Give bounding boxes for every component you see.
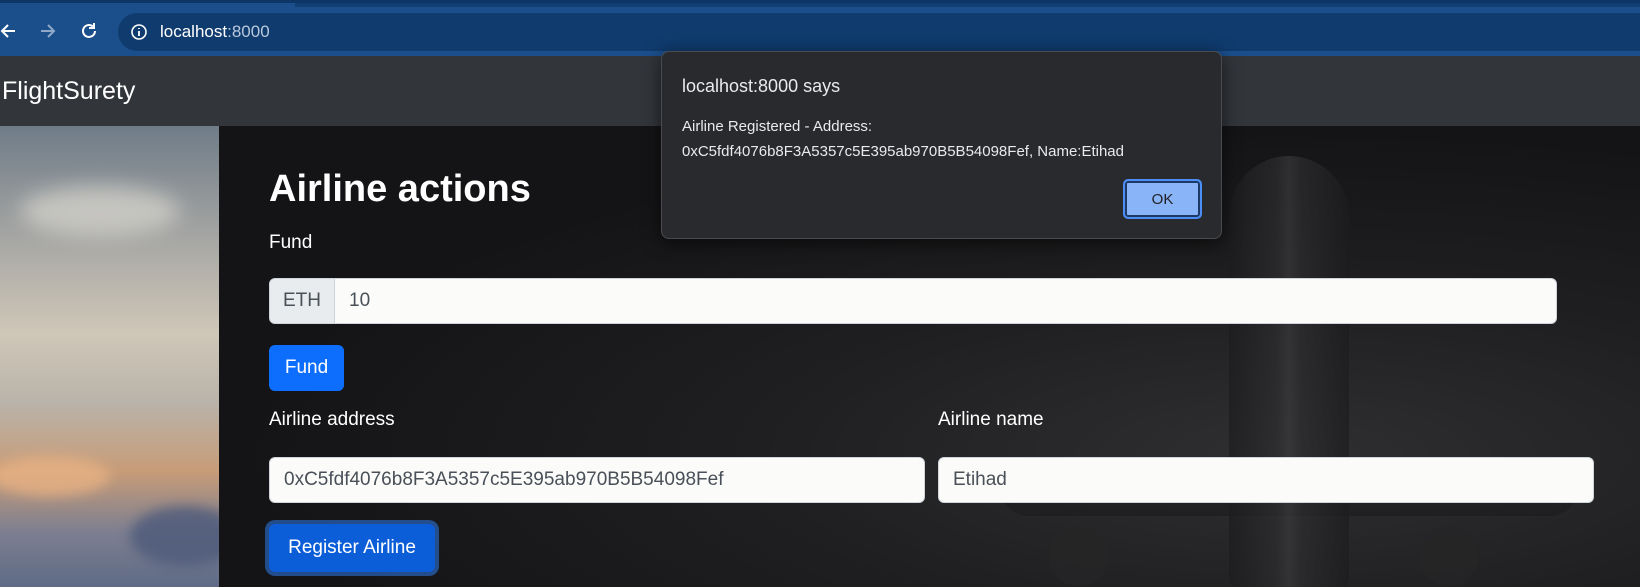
airline-address-input[interactable] [269, 457, 925, 503]
back-arrow-icon [0, 24, 15, 38]
back-button[interactable] [0, 17, 22, 45]
dialog-title: localhost:8000 says [682, 76, 841, 96]
url-port: :8000 [227, 22, 270, 41]
dialog-message: Airline Registered - Address: 0xC5fdf407… [682, 118, 1124, 160]
register-airline-button[interactable]: Register Airline [269, 524, 435, 572]
airplane-background [1229, 156, 1349, 587]
airline-address-label: Airline address [269, 409, 395, 430]
tab-strip-edge [295, 3, 1640, 7]
reload-button[interactable] [75, 17, 103, 45]
fund-label: Fund [269, 232, 313, 253]
forward-arrow-icon [41, 24, 56, 38]
cloud-shape [20, 186, 180, 236]
address-bar[interactable]: localhost:8000 [118, 13, 1640, 51]
airline-name-label: Airline name [938, 409, 1044, 430]
url-text: localhost:8000 [160, 22, 270, 42]
cloud-shape [0, 456, 110, 496]
airline-name-input[interactable] [938, 457, 1594, 503]
fund-input-group: ETH [269, 278, 1557, 324]
ok-button[interactable]: OK [1123, 179, 1202, 219]
browser-toolbar: localhost:8000 [0, 0, 1640, 56]
forward-button[interactable] [34, 17, 62, 45]
eth-prefix: ETH [269, 278, 335, 324]
sky-background-image [0, 126, 219, 587]
engine-shape [1419, 526, 1479, 586]
reload-icon [82, 23, 96, 38]
url-host: localhost [160, 22, 228, 41]
alert-dialog: localhost:8000 says Airline Registered -… [661, 51, 1222, 239]
cloud-shape [130, 506, 219, 566]
section-title: Airline actions [269, 168, 531, 210]
site-info-icon[interactable] [130, 23, 148, 41]
fund-amount-input[interactable] [335, 278, 1557, 324]
engine-shape [1049, 526, 1109, 586]
brand-title[interactable]: FlightSurety [2, 77, 135, 106]
fund-button[interactable]: Fund [269, 345, 344, 391]
